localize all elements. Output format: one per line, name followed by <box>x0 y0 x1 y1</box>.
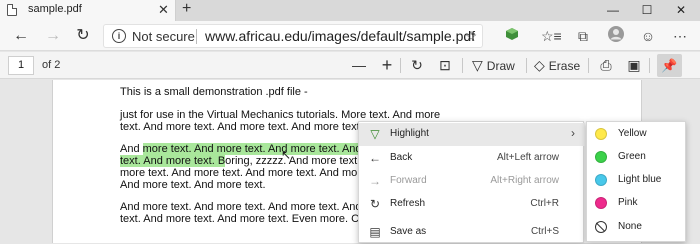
new-tab-button[interactable]: + <box>182 0 191 18</box>
forward-arrow-icon: → <box>369 174 381 188</box>
print-icon[interactable]: ⎙ <box>597 55 615 76</box>
text-line: This is a small demonstration .pdf file … <box>120 86 308 98</box>
text-line: And more text. And more text. And more t… <box>120 143 390 155</box>
window-close-button[interactable]: ✕ <box>664 0 698 21</box>
color-label: Yellow <box>618 128 647 139</box>
toolbar-divider <box>588 58 589 73</box>
url-divider <box>196 29 197 44</box>
collections-icon[interactable]: ⧉ <box>573 26 593 46</box>
context-menu: ▽ Highlight › ← Back Alt+Left arrow → Fo… <box>358 121 585 244</box>
feedback-smiley-icon[interactable]: ☺ <box>638 26 658 46</box>
back-arrow-icon[interactable]: ← <box>10 25 32 47</box>
text-cursor-icon: ↖ <box>281 148 292 162</box>
eraser-icon: ◇ <box>534 57 545 73</box>
security-label: Not secure <box>132 29 195 44</box>
menu-item-save-as[interactable]: ▤ Save as Ctrl+S <box>359 221 585 244</box>
tab-sample-pdf[interactable]: sample.pdf ✕ <box>0 0 176 21</box>
menu-item-label: Highlight <box>390 128 429 139</box>
color-option-light-blue[interactable]: Light blue <box>587 169 687 192</box>
highlighter-icon: ▽ <box>370 127 380 141</box>
forward-arrow-icon[interactable]: → <box>42 25 64 47</box>
toolbar-divider <box>462 58 463 73</box>
zoom-out-icon[interactable]: — <box>350 55 368 76</box>
color-label: None <box>618 221 642 232</box>
tab-title: sample.pdf <box>28 3 82 15</box>
menu-item-label: Forward <box>390 175 427 186</box>
color-option-yellow[interactable]: Yellow <box>587 123 687 146</box>
extension-icon[interactable] <box>502 26 522 46</box>
rotate-icon[interactable]: ↻ <box>408 55 426 76</box>
tab-close-button[interactable]: ✕ <box>158 2 169 18</box>
more-menu-icon[interactable]: ⋯ <box>670 26 690 46</box>
pin-toolbar-icon[interactable]: 📌 <box>657 54 682 77</box>
tab-strip: sample.pdf ✕ + — ☐ ✕ <box>0 0 700 21</box>
green-swatch-icon <box>595 151 607 163</box>
zoom-in-icon[interactable]: + <box>378 55 396 76</box>
menu-item-label: Save as <box>390 226 427 237</box>
fit-page-icon[interactable]: ⊡ <box>436 55 454 76</box>
color-label: Green <box>618 151 646 162</box>
save-as-icon: ▤ <box>369 225 381 239</box>
text-line: text. And more text. And more text. And … <box>120 121 363 133</box>
color-label: Light blue <box>618 174 662 185</box>
favorites-list-icon[interactable]: ☆≡ <box>541 26 562 46</box>
info-icon[interactable]: i <box>112 29 126 43</box>
url-text[interactable]: www.africau.edu/images/default/sample.pd… <box>205 28 475 44</box>
menu-item-forward[interactable]: → Forward Alt+Right arrow <box>359 170 585 193</box>
menu-item-shortcut: Alt+Left arrow <box>497 152 559 163</box>
text-span: And <box>120 143 143 155</box>
menu-item-shortcut: Ctrl+S <box>530 226 559 237</box>
pdf-toolbar: 1 of 2 — + ↻ ⊡ ▽ Draw ◇ Erase ⎙ ▣ 📌 <box>0 52 700 79</box>
yellow-swatch-icon <box>595 128 607 140</box>
favorite-star-icon[interactable]: ☆ <box>461 26 481 46</box>
draw-label: Draw <box>486 59 515 73</box>
address-bar[interactable]: i Not secure www.africau.edu/images/defa… <box>103 24 483 48</box>
profile-avatar-icon[interactable] <box>606 26 626 46</box>
menu-item-label: Refresh <box>390 198 426 209</box>
toolbar-divider <box>400 58 401 73</box>
color-label: Pink <box>618 197 638 208</box>
page-count: of 2 <box>42 59 61 71</box>
toolbar-divider <box>526 58 527 73</box>
highlight-color-submenu: Yellow Green Light blue Pink None <box>586 121 686 242</box>
erase-label: Erase <box>548 59 581 73</box>
document-icon <box>7 4 17 16</box>
save-icon[interactable]: ▣ <box>625 55 643 76</box>
minimize-button[interactable]: — <box>596 0 630 21</box>
back-arrow-icon: ← <box>369 151 381 165</box>
menu-item-highlight[interactable]: ▽ Highlight › <box>359 123 585 146</box>
erase-button[interactable]: ◇ Erase <box>534 55 580 76</box>
maximize-button[interactable]: ☐ <box>630 0 664 21</box>
draw-pen-icon: ▽ <box>472 57 483 73</box>
text-line: And more text. And more text. <box>120 179 266 191</box>
color-option-none[interactable]: None <box>587 216 687 239</box>
pink-swatch-icon <box>595 197 607 209</box>
menu-item-shortcut: Alt+Right arrow <box>490 175 559 186</box>
chevron-right-icon: › <box>571 126 575 140</box>
draw-button[interactable]: ▽ Draw <box>472 55 515 76</box>
text-line: just for use in the Virtual Mechanics tu… <box>120 109 441 121</box>
menu-item-label: Back <box>390 152 413 163</box>
highlighted-text[interactable]: text. And more text. B <box>120 155 226 167</box>
highlighted-text[interactable]: more text. And more text. And more text.… <box>142 143 390 155</box>
no-color-icon <box>595 221 607 233</box>
page-number-input[interactable]: 1 <box>8 56 34 75</box>
menu-item-back[interactable]: ← Back Alt+Left arrow <box>359 147 585 170</box>
color-option-pink[interactable]: Pink <box>587 192 687 215</box>
refresh-icon[interactable]: ↻ <box>72 25 94 47</box>
navigation-bar: ← → ↻ i Not secure www.africau.edu/image… <box>0 21 700 51</box>
toolbar-divider <box>649 58 650 73</box>
color-option-green[interactable]: Green <box>587 146 687 169</box>
refresh-icon: ↻ <box>369 197 381 211</box>
menu-item-refresh[interactable]: ↻ Refresh Ctrl+R <box>359 193 585 216</box>
light-blue-swatch-icon <box>595 174 607 186</box>
menu-item-shortcut: Ctrl+R <box>530 198 559 209</box>
